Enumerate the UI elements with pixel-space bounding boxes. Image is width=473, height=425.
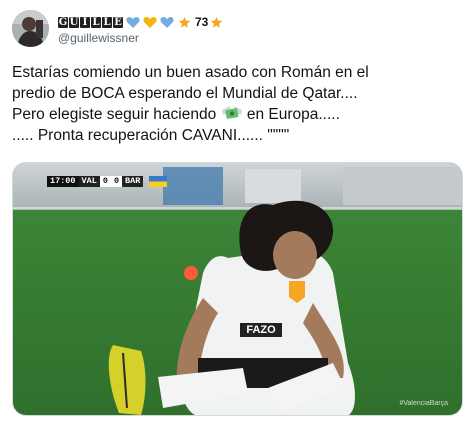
scorebug: 17:00 VAL 0 0 BAR (47, 176, 168, 187)
display-name-letter: L (91, 16, 101, 28)
star-icon (178, 16, 191, 28)
light-blue-heart-icon (160, 16, 174, 28)
display-name-letter: G (58, 16, 68, 28)
user-handle[interactable]: @guillewissner (58, 31, 139, 45)
tweet-text-segment: en Europa..... (242, 106, 340, 123)
display-name-row[interactable]: G U I L L E 73 (58, 13, 223, 31)
match-time: 17:00 (47, 176, 79, 187)
badge-count: 73 (195, 15, 209, 29)
tweet-text-line: Pero elegiste seguir haciendo en Europa.… (12, 104, 467, 126)
tweet-text-line: Estarías comiendo un buen asado con Romá… (12, 64, 369, 81)
display-name-letter: U (69, 16, 79, 28)
home-score: 0 (99, 176, 111, 187)
money-with-wings-icon (221, 106, 242, 119)
display-name[interactable]: G U I L L E (58, 16, 123, 28)
display-name-letter: L (102, 16, 112, 28)
tweet-media[interactable]: 17:00 VAL 0 0 BAR FAZO #ValenciaBarça (12, 162, 463, 416)
media-watermark: #ValenciaBarça (399, 400, 448, 407)
yellow-heart-icon (143, 16, 157, 28)
match-photo (13, 163, 462, 415)
home-team: VAL (78, 176, 100, 187)
tweet-card: G U I L L E 73 @guillewissner Estarías c… (0, 0, 473, 425)
flag-icon (149, 176, 168, 187)
tweet-text-line: predio de BOCA esperando el Mundial de Q… (12, 84, 358, 102)
tweet-text-segment: Pero elegiste seguir haciendo (12, 106, 217, 123)
avatar[interactable] (12, 10, 49, 47)
jersey-sponsor: FAZO (246, 324, 276, 336)
display-name-letter: I (80, 16, 90, 28)
avatar-photo (12, 10, 49, 47)
star-icon (211, 16, 223, 28)
away-score: 0 (110, 176, 123, 187)
tweet-text-line: ..... Pronta recuperación CAVANI...... "… (12, 126, 290, 144)
tweet-text: Estarías comiendo un buen asado con Romá… (12, 63, 467, 146)
display-name-letter: E (113, 16, 123, 28)
away-team: BAR (122, 176, 144, 187)
light-blue-heart-icon (126, 16, 140, 28)
